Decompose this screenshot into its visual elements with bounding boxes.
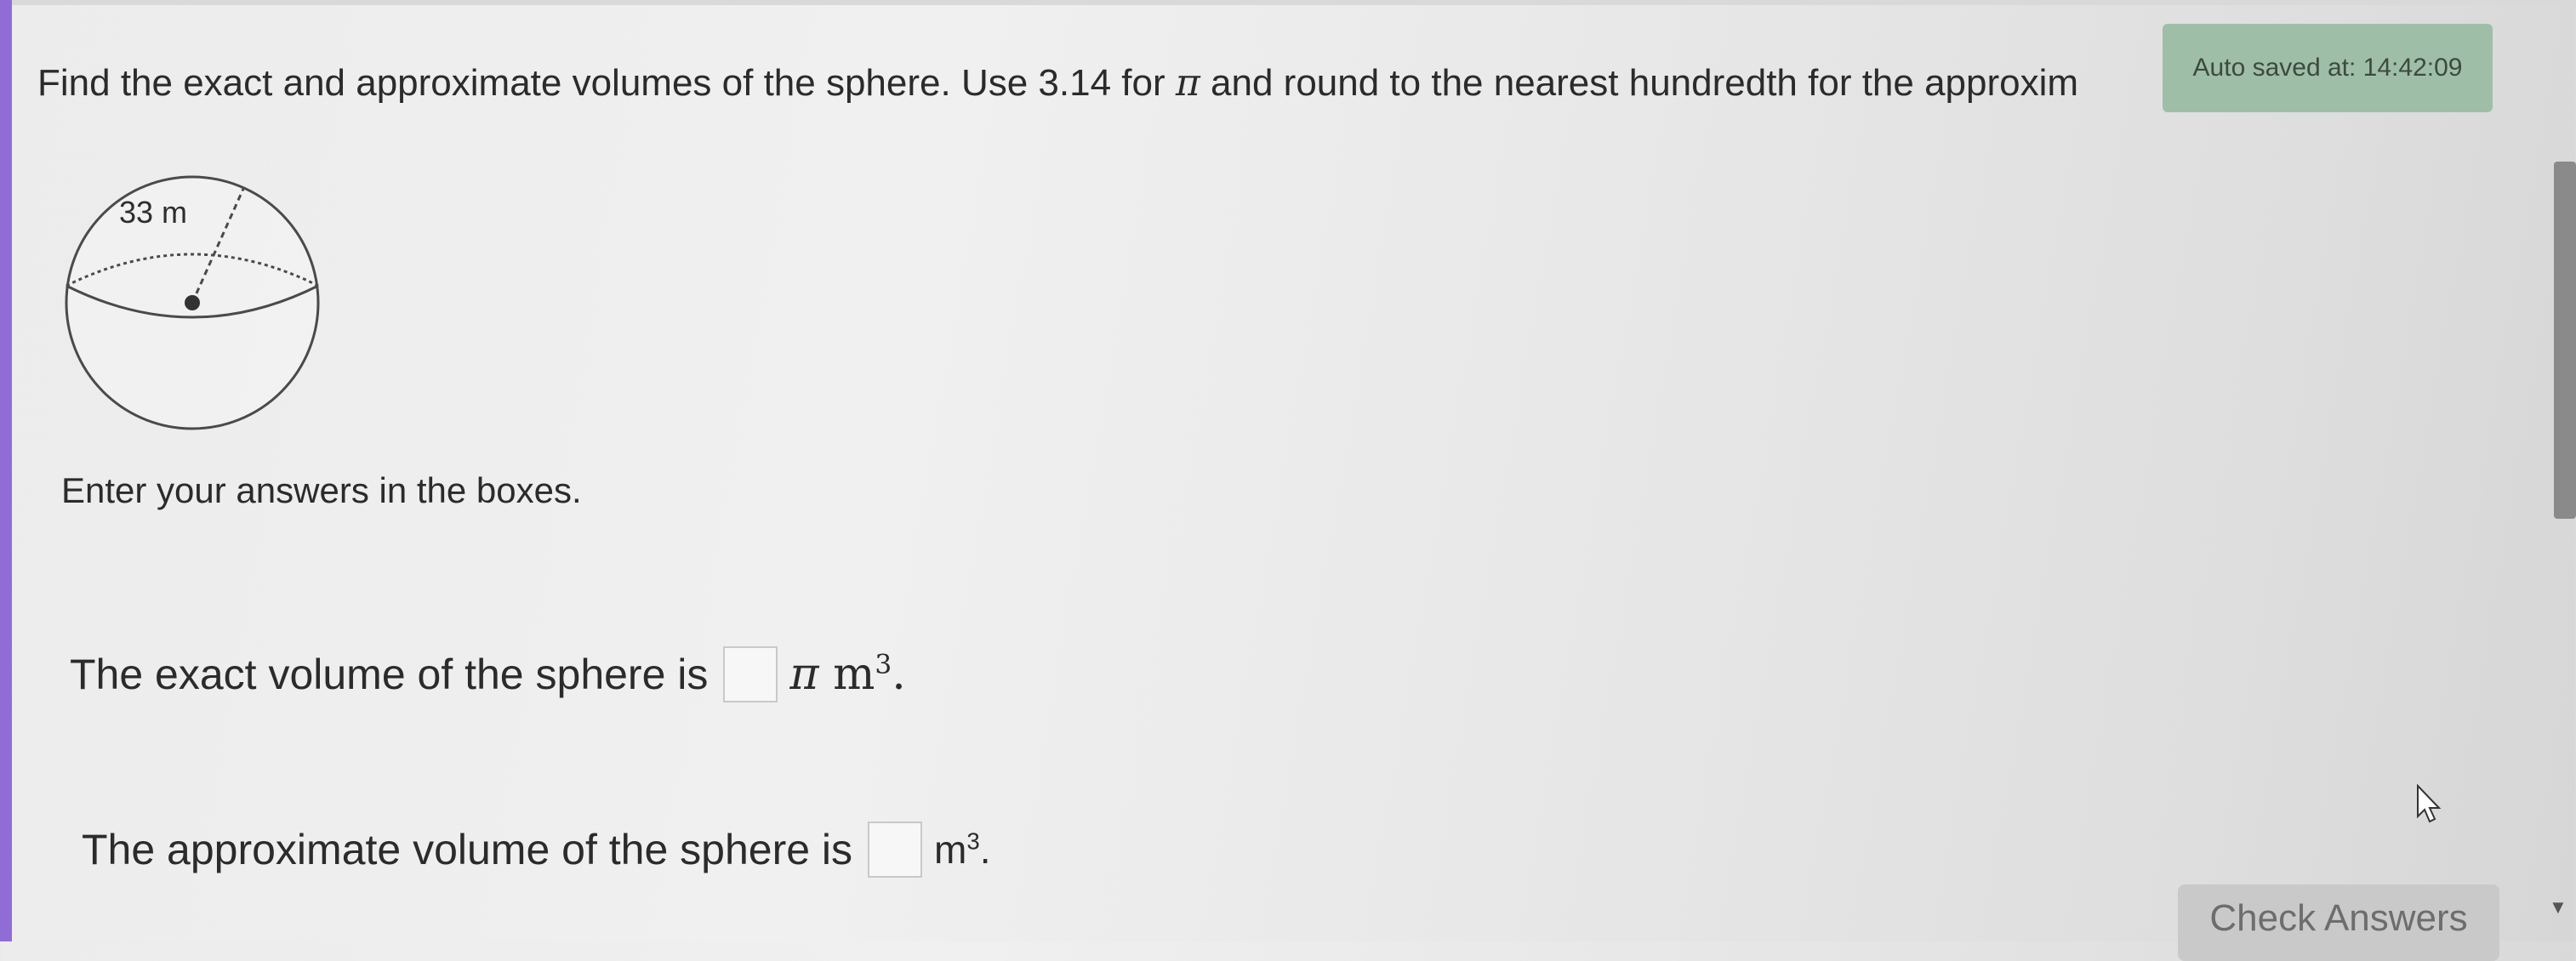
scroll-down-arrow-icon[interactable]: ▼ xyxy=(2549,896,2567,918)
approx-volume-unit: m3. xyxy=(934,827,990,873)
approx-period: . xyxy=(979,827,991,872)
exact-period: . xyxy=(892,649,906,700)
exact-volume-line: The exact volume of the sphere is π m3. xyxy=(70,646,906,702)
approx-unit-text: m xyxy=(934,827,967,872)
question-suffix: and round to the nearest hundredth for t… xyxy=(1211,62,2079,104)
mouse-cursor-icon xyxy=(2417,783,2442,823)
approx-volume-label: The approximate volume of the sphere is xyxy=(82,826,853,873)
left-accent-bar xyxy=(0,0,12,941)
approx-unit-exponent: 3 xyxy=(966,827,980,855)
autosave-label: Auto saved at: 14:42:09 xyxy=(2192,54,2463,82)
exact-pi-symbol: π xyxy=(789,649,819,700)
instructions-text: Enter your answers in the boxes. xyxy=(61,470,582,510)
approx-volume-line: The approximate volume of the sphere is … xyxy=(82,822,991,878)
question-text: Find the exact and approximate volumes o… xyxy=(37,61,2164,105)
scrollbar-thumb[interactable] xyxy=(2554,162,2576,519)
autosave-badge: Auto saved at: 14:42:09 xyxy=(2163,24,2493,112)
sphere-figure: 33 m xyxy=(65,175,320,430)
sphere-center-dot xyxy=(185,295,200,310)
exact-unit-exponent: 3 xyxy=(875,649,892,680)
top-border xyxy=(12,0,2576,5)
question-prefix: Find the exact and approximate volumes o… xyxy=(37,62,1165,104)
exact-unit-text: m xyxy=(833,649,875,700)
question-pi-symbol: π xyxy=(1175,61,1200,105)
exact-volume-unit: π m3. xyxy=(789,649,905,700)
radius-label: 33 m xyxy=(119,195,187,230)
approx-volume-input[interactable] xyxy=(868,822,923,878)
exact-volume-input[interactable] xyxy=(723,646,778,702)
check-answers-button[interactable]: Check Answers xyxy=(2178,884,2499,961)
exact-volume-label: The exact volume of the sphere is xyxy=(70,651,709,698)
check-answers-label: Check Answers xyxy=(2209,897,2468,939)
